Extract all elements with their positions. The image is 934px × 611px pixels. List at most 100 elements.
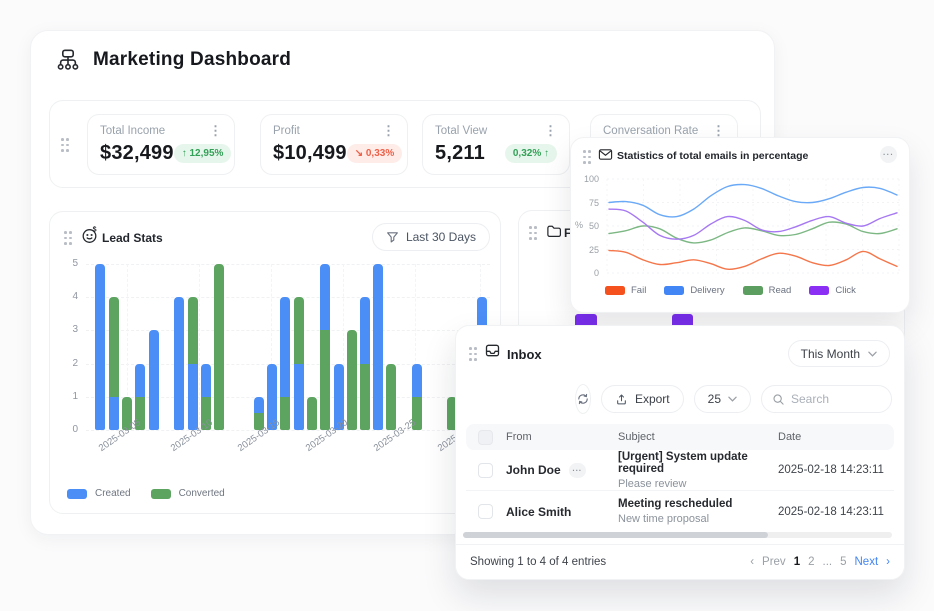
export-icon xyxy=(615,393,628,406)
y-axis-tick-label: 50 xyxy=(575,221,599,231)
search-input[interactable] xyxy=(791,392,881,406)
email-line-chart xyxy=(605,176,901,276)
gridline xyxy=(86,264,490,265)
kebab-menu-icon[interactable] xyxy=(382,124,395,137)
lead-stats-card: $ Lead Stats Last 30 Days 0123452025-03-… xyxy=(49,211,501,514)
legend-swatch xyxy=(67,489,87,499)
drag-handle-icon[interactable] xyxy=(528,225,538,241)
bar-segment-created[interactable] xyxy=(360,297,370,363)
bar-segment-created[interactable] xyxy=(188,364,198,430)
bar-segment-created[interactable] xyxy=(412,364,422,397)
bar-segment-created[interactable] xyxy=(109,397,119,430)
table-header-row: From Subject Date xyxy=(466,424,894,450)
bar-segment-converted[interactable] xyxy=(320,330,330,430)
stat-label: Conversation Rate xyxy=(603,125,698,137)
bar-segment-created[interactable] xyxy=(294,364,304,430)
pagination-2[interactable]: 2 xyxy=(808,556,814,568)
table-body: John Doe [Urgent] System update requiredP… xyxy=(466,450,894,532)
drag-handle-icon[interactable] xyxy=(468,346,478,362)
kebab-menu-icon[interactable] xyxy=(712,124,725,137)
page-size-value: 25 xyxy=(708,392,721,406)
y-axis-tick-label: 0 xyxy=(575,268,599,278)
bar-segment-converted[interactable] xyxy=(294,297,304,363)
handle-dot xyxy=(529,237,532,240)
bar-segment-created[interactable] xyxy=(95,264,105,430)
handle-dot xyxy=(529,226,532,229)
bar-segment-created[interactable] xyxy=(135,364,145,397)
page-title: Marketing Dashboard xyxy=(93,49,291,71)
handle-dot xyxy=(474,347,477,350)
legend-swatch xyxy=(605,286,625,295)
handle-dot xyxy=(66,138,69,141)
handle-dot xyxy=(588,161,591,164)
y-axis-tick-label: 2 xyxy=(50,358,78,369)
pagination-[interactable]: ‹ xyxy=(750,556,754,568)
bar-segment-converted[interactable] xyxy=(188,297,198,363)
stat-card-total-view: Total View5,2110,32% ↑ xyxy=(422,114,570,175)
bar-segment-converted[interactable] xyxy=(386,364,396,430)
drag-handle-icon[interactable] xyxy=(582,149,592,165)
period-select[interactable]: This Month xyxy=(788,340,890,367)
pagination-[interactable]: ... xyxy=(823,556,833,568)
bar-segment-converted[interactable] xyxy=(360,364,370,430)
y-axis-tick-label: 25 xyxy=(575,245,599,255)
inbox-card: Inbox This Month Export 25 xyxy=(455,325,905,580)
bar-segment-converted[interactable] xyxy=(307,397,317,430)
more-options-icon[interactable] xyxy=(569,463,586,478)
stat-trend-badge: ↘ 0,33% xyxy=(347,144,403,163)
scrollbar-thumb[interactable] xyxy=(463,532,768,538)
pagination-prev[interactable]: Prev xyxy=(762,556,786,568)
page-size-select[interactable]: 25 xyxy=(694,385,751,413)
bar-segment-created[interactable] xyxy=(320,264,330,330)
pagination-next[interactable]: Next xyxy=(855,556,879,568)
subject-text: [Urgent] System update required xyxy=(618,451,778,475)
y-axis-tick-label: 5 xyxy=(50,258,78,269)
stat-trend-badge: 0,32% ↑ xyxy=(505,144,557,163)
export-button[interactable]: Export xyxy=(601,385,684,413)
bar-segment-converted[interactable] xyxy=(214,264,224,430)
bar-segment-converted[interactable] xyxy=(109,297,119,397)
table-row[interactable]: John Doe [Urgent] System update requiredP… xyxy=(466,450,894,491)
legend-label: Read xyxy=(769,285,792,296)
gridline xyxy=(199,264,200,430)
stat-label: Total View xyxy=(435,125,487,137)
pagination-1[interactable]: 1 xyxy=(794,556,800,568)
chevron-down-icon xyxy=(728,396,737,402)
bar-segment-created[interactable] xyxy=(280,297,290,397)
horizontal-scrollbar[interactable] xyxy=(463,532,892,538)
legend-label: Click xyxy=(835,285,856,296)
legend-item-converted: Converted xyxy=(151,488,225,499)
handle-dot xyxy=(469,353,472,356)
legend-item-fail: Fail xyxy=(605,285,646,296)
drag-handle-icon[interactable] xyxy=(60,137,70,153)
handle-dot xyxy=(588,150,591,153)
handle-dot xyxy=(61,144,64,147)
kebab-menu-icon[interactable] xyxy=(544,124,557,137)
subject-cell: [Urgent] System update requiredPlease re… xyxy=(618,451,778,490)
handle-dot xyxy=(469,358,472,361)
period-label: This Month xyxy=(801,347,860,361)
bar-segment-created[interactable] xyxy=(149,330,159,430)
row-checkbox[interactable] xyxy=(478,463,493,478)
bar-segment-created[interactable] xyxy=(373,264,383,430)
refresh-button[interactable] xyxy=(575,384,591,414)
bar-segment-created[interactable] xyxy=(201,364,211,397)
handle-dot xyxy=(534,226,537,229)
pagination: ‹ Prev 12... 5 Next › xyxy=(750,556,890,568)
legend-swatch xyxy=(809,286,829,295)
inbox-table: From Subject Date John Doe [Urgent] Syste… xyxy=(466,424,894,532)
sender-name: John Doe xyxy=(506,463,561,477)
handle-dot xyxy=(534,232,537,235)
bar-segment-created[interactable] xyxy=(174,297,184,430)
handle-dot xyxy=(474,358,477,361)
table-row[interactable]: Alice SmithMeeting rescheduledNew time p… xyxy=(466,491,894,532)
row-checkbox[interactable] xyxy=(478,504,493,519)
legend-item-read: Read xyxy=(743,285,792,296)
bar-segment-created[interactable] xyxy=(254,397,264,414)
kebab-menu-icon[interactable] xyxy=(209,124,222,137)
column-header-date: Date xyxy=(778,431,888,443)
pagination-5[interactable]: 5 xyxy=(840,556,846,568)
select-all-checkbox[interactable] xyxy=(478,430,493,445)
ellipsis-menu-icon[interactable] xyxy=(880,146,897,163)
pagination-[interactable]: › xyxy=(886,556,890,568)
